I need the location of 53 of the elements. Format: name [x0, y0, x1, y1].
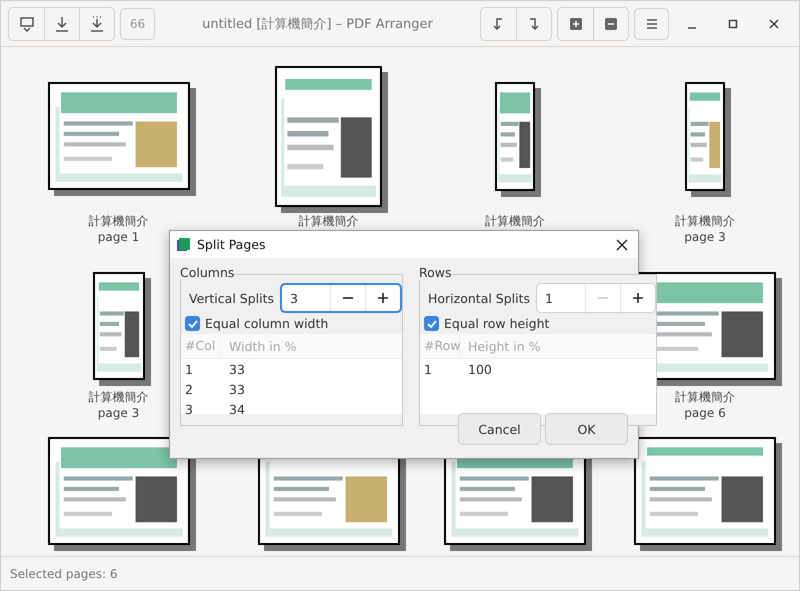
- page-number: page 6: [684, 405, 726, 421]
- equal-checkbox[interactable]: Equal column width: [181, 313, 402, 334]
- equal-checkbox[interactable]: Equal row height: [420, 313, 656, 334]
- close-icon: [616, 238, 628, 250]
- table-cell-text: 33: [228, 382, 245, 396]
- download-icon: [54, 16, 70, 32]
- table-cell-text: 34: [228, 402, 245, 416]
- column-header: #Col: [181, 334, 221, 358]
- checkmark-icon: [186, 318, 198, 330]
- page-number: page 3: [684, 229, 726, 245]
- column-header: #Row: [420, 334, 460, 358]
- dialog-title: Split Pages: [197, 237, 266, 252]
- plus-icon: [568, 16, 584, 32]
- page-name: 計算機簡介: [485, 213, 545, 229]
- page-name: 計算機簡介: [298, 213, 358, 229]
- zoom-out-button[interactable]: [593, 8, 628, 40]
- table-cell-text: 1: [184, 362, 194, 376]
- splits-spin-field[interactable]: 3: [280, 283, 402, 313]
- menu-button[interactable]: [634, 8, 669, 40]
- table-cell-text: 2: [184, 382, 194, 396]
- page-name: 計算機簡介: [88, 389, 148, 405]
- table-cell-text: 100: [467, 362, 492, 376]
- plus-icon: [632, 292, 644, 304]
- page-name: 計算機簡介: [675, 213, 735, 229]
- maximize-icon: [728, 18, 738, 28]
- column-header: Width in %: [228, 338, 297, 354]
- page-name: 計算機簡介: [88, 213, 148, 229]
- checkmark-icon: [426, 318, 438, 330]
- splits-label: Horizontal Splits: [428, 290, 530, 306]
- rotate-right-button[interactable]: [516, 8, 551, 40]
- page-number: page 1: [98, 229, 140, 245]
- splits-spin-field[interactable]: 1: [536, 283, 656, 313]
- minus-icon: [603, 16, 619, 32]
- app-icon: [176, 237, 191, 252]
- window-title: untitled [計算機簡介] – PDF Arranger: [201, 16, 434, 32]
- download-icon: [89, 16, 105, 32]
- cancel-button[interactable]: Cancel: [458, 413, 541, 445]
- plus-icon: [377, 292, 389, 304]
- frame-title: Columns: [180, 265, 234, 280]
- table-cell-text: 1: [423, 362, 433, 376]
- close-icon: [769, 18, 779, 28]
- ok-button[interactable]: OK: [545, 413, 628, 445]
- table-cell-text: 3: [184, 402, 194, 416]
- frame-title: Rows: [419, 265, 452, 280]
- status-text: Selected pages: 6: [10, 566, 118, 580]
- table-cell-text: 33: [228, 362, 245, 376]
- monitor-icon: [18, 16, 34, 32]
- page-number: page 3: [98, 405, 140, 421]
- minimize-icon: [687, 26, 697, 28]
- splits-label: Vertical Splits: [189, 290, 274, 306]
- page-name: 計算機簡介: [675, 389, 735, 405]
- column-header: Height in %: [467, 338, 541, 354]
- save-as-button[interactable]: [79, 8, 114, 40]
